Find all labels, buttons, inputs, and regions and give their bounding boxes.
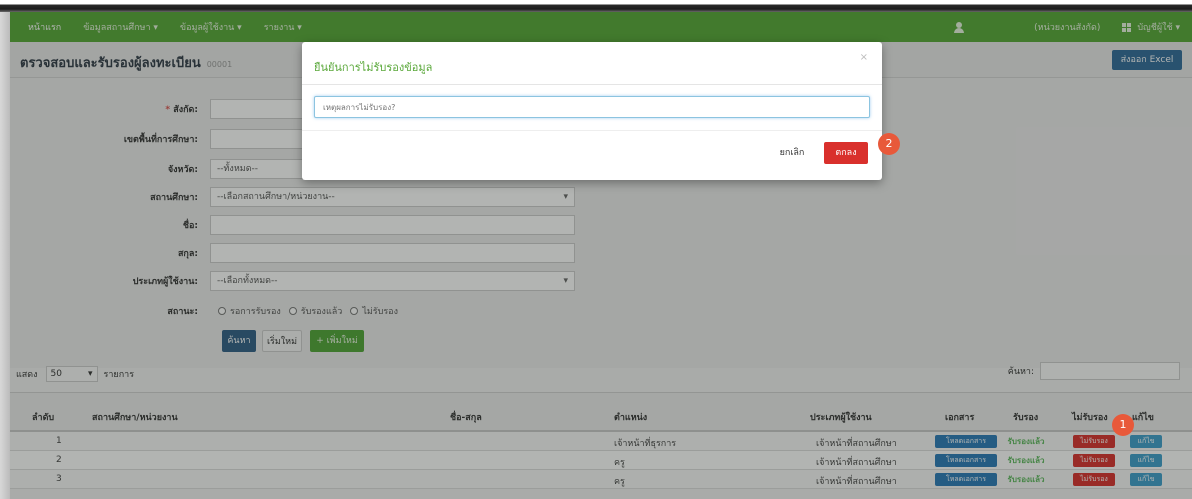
cancel-button[interactable]: ยกเลิก [772, 142, 812, 164]
dialog-title: ยืนยันการไม่รับรองข้อมูล [314, 61, 433, 74]
confirm-ok-button[interactable]: ตกลง [824, 142, 868, 164]
photo-left-edge [0, 12, 10, 499]
reject-reason-input[interactable] [314, 96, 870, 118]
step-marker-1: 1 [1112, 414, 1134, 436]
step-marker-2: 2 [878, 133, 900, 155]
reject-confirm-dialog: ยืนยันการไม่รับรองข้อมูล × ยกเลิก ตกลง [302, 42, 882, 180]
close-icon[interactable]: × [860, 52, 868, 63]
dialog-divider [302, 84, 882, 85]
photo-top-edge [0, 0, 1192, 12]
dialog-footer-divider [302, 130, 882, 131]
